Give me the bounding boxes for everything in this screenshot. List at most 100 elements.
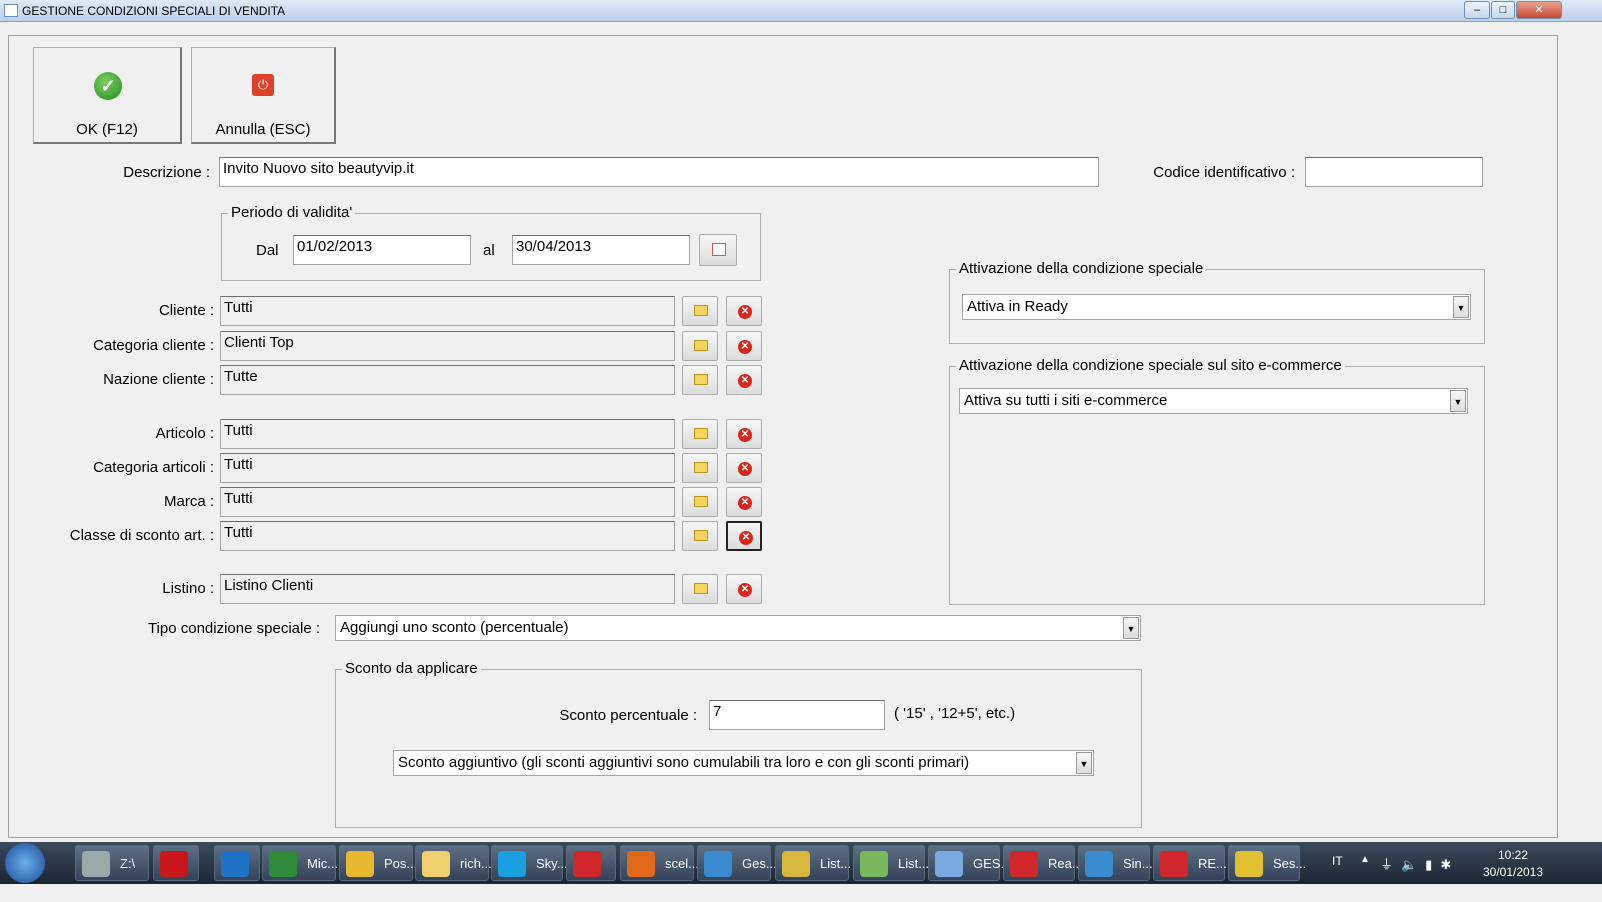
row-label: Marca : [163, 493, 214, 510]
browse-button[interactable] [682, 296, 718, 326]
browse-button[interactable] [682, 521, 718, 551]
attivazione-caption: Attivazione della condizione speciale [956, 260, 1207, 277]
app-icon [269, 851, 297, 877]
taskbar-button[interactable]: Ses... [1228, 845, 1306, 881]
row-input[interactable]: Listino Clienti [220, 574, 675, 604]
browse-button[interactable] [682, 331, 718, 361]
taskbar-button[interactable]: scel... [620, 845, 699, 881]
taskbar-label: Pos... [384, 856, 418, 871]
sconto-group: Sconto da applicare [335, 660, 1142, 828]
browse-button[interactable] [682, 365, 718, 395]
start-button[interactable] [5, 843, 45, 883]
taskbar-button[interactable]: Sin... [1078, 845, 1153, 881]
row-input[interactable]: Tutte [220, 365, 675, 395]
folder-icon [694, 462, 708, 473]
clear-icon: ✕ [738, 340, 752, 354]
taskbar-button[interactable] [566, 845, 616, 881]
descrizione-input[interactable]: Invito Nuovo sito beautyvip.it [219, 157, 1099, 187]
row-input[interactable]: Tutti [220, 487, 675, 517]
calendar-button[interactable] [699, 234, 737, 266]
taskbar-button[interactable]: GES... [928, 845, 1011, 881]
al-label: al [483, 242, 495, 259]
clear-button[interactable]: ✕ [726, 453, 762, 483]
row-input[interactable]: Tutti [220, 521, 675, 551]
clock-time[interactable]: 10:22 [1478, 848, 1548, 862]
ok-label: OK (F12) [76, 121, 138, 138]
clear-button[interactable]: ✕ [726, 574, 762, 604]
taskbar-button[interactable]: Pos... [339, 845, 417, 881]
row-label: Categoria articoli : [93, 459, 214, 476]
tipo-label: Tipo condizione speciale : [147, 620, 320, 637]
taskbar-button[interactable]: List... [775, 845, 852, 881]
sconto-hint: ( '15' , '12+5', etc.) [894, 705, 1016, 722]
taskbar-label: List... [820, 856, 852, 871]
folder-icon [694, 305, 708, 316]
row-input[interactable]: Clienti Top [220, 331, 675, 361]
app-icon [221, 851, 249, 877]
browse-button[interactable] [682, 574, 718, 604]
taskbar-button[interactable]: List... [853, 845, 929, 881]
clear-button[interactable]: ✕ [726, 521, 762, 551]
row-input[interactable]: Tutti [220, 453, 675, 483]
taskbar-label: Sky... [536, 856, 568, 871]
app-icon [1010, 851, 1038, 877]
browse-button[interactable] [682, 487, 718, 517]
cancel-button[interactable]: ⏻ Annulla (ESC) [191, 47, 336, 144]
clear-button[interactable]: ✕ [726, 365, 762, 395]
row-label: Listino : [162, 580, 214, 597]
sconto-tipo-value: Sconto aggiuntivo (gli sconti aggiuntivi… [398, 754, 970, 771]
periodo-caption: Periodo di validita' [228, 204, 356, 221]
taskbar-label: Z:\ [120, 856, 136, 871]
tipo-select[interactable]: Aggiungi uno sconto (percentuale) ▼ [335, 615, 1141, 641]
taskbar-button[interactable]: Mic... [262, 845, 338, 881]
attivazione-select[interactable]: Attiva in Ready ▼ [962, 294, 1471, 320]
sconto-input[interactable]: 7 [709, 700, 885, 730]
taskbar-button[interactable]: Ges... [697, 845, 777, 881]
app-icon [1160, 851, 1188, 877]
folder-icon [694, 374, 708, 385]
sconto-caption: Sconto da applicare [342, 660, 481, 677]
dal-label: Dal [256, 242, 279, 259]
taskbar-button[interactable]: RE... [1153, 845, 1227, 881]
codice-label: Codice identificativo : [1153, 164, 1295, 181]
dal-input[interactable]: 01/02/2013 [293, 235, 471, 265]
clear-button[interactable]: ✕ [726, 419, 762, 449]
app-icon [346, 851, 374, 877]
close-button[interactable]: ✕ [1516, 1, 1562, 19]
ecommerce-caption: Attivazione della condizione speciale su… [956, 357, 1345, 374]
tray-expand-icon[interactable]: ▲ [1360, 854, 1370, 865]
app-icon [782, 851, 810, 877]
row-input[interactable]: Tutti [220, 296, 675, 326]
ecommerce-select[interactable]: Attiva su tutti i siti e-commerce ▼ [959, 388, 1468, 414]
taskbar-label: RE... [1198, 856, 1227, 871]
taskbar-label: scel... [665, 856, 699, 871]
taskbar-button[interactable]: Sky... [491, 845, 568, 881]
browse-button[interactable] [682, 419, 718, 449]
taskbar-button[interactable]: rich... [415, 845, 492, 881]
clear-icon: ✕ [738, 305, 752, 319]
sconto-tipo-select[interactable]: Sconto aggiuntivo (gli sconti aggiuntivi… [393, 750, 1094, 776]
taskbar-label: List... [898, 856, 930, 871]
al-input[interactable]: 30/04/2013 [512, 235, 690, 265]
clear-button[interactable]: ✕ [726, 296, 762, 326]
ok-button[interactable]: ✓ OK (F12) [33, 47, 182, 144]
clear-button[interactable]: ✕ [726, 487, 762, 517]
browse-button[interactable] [682, 453, 718, 483]
maximize-button[interactable]: □ [1491, 1, 1515, 19]
minimize-button[interactable]: – [1464, 1, 1490, 19]
clear-icon: ✕ [738, 374, 752, 388]
folder-icon [694, 583, 708, 594]
taskbar-button[interactable] [153, 845, 199, 881]
taskbar-button[interactable]: Z:\ [75, 845, 149, 881]
clock-date[interactable]: 30/01/2013 [1478, 865, 1548, 879]
row-input[interactable]: Tutti [220, 419, 675, 449]
row-label: Classe di sconto art. : [69, 527, 214, 544]
clear-icon: ✕ [738, 462, 752, 476]
clear-icon: ✕ [739, 531, 753, 545]
tray-icons[interactable]: ⏚🔈▮✱ [1380, 854, 1459, 873]
clear-button[interactable]: ✕ [726, 331, 762, 361]
taskbar-button[interactable] [214, 845, 260, 881]
taskbar-button[interactable]: Rea... [1003, 845, 1083, 881]
language-indicator[interactable]: IT [1332, 854, 1343, 868]
codice-input[interactable] [1305, 157, 1483, 187]
